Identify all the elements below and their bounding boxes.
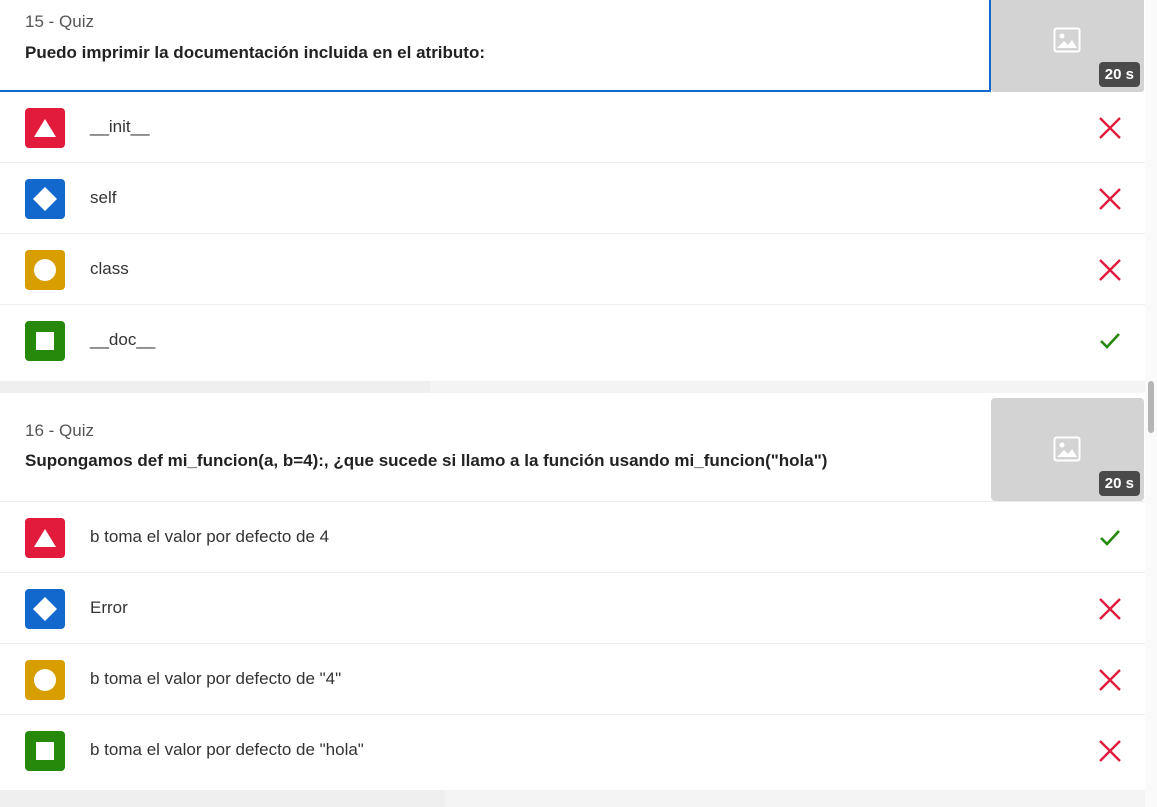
answer-option[interactable]: b toma el valor por defecto de 4 [0,502,1145,573]
answer-option[interactable]: class [0,234,1145,305]
x-icon [1099,669,1121,691]
question-image-thumbnail[interactable]: 20 s [991,0,1144,92]
diamond-shape-icon [25,179,65,219]
answer-option[interactable]: Error [0,573,1145,644]
check-icon [1100,333,1120,349]
quiz-header[interactable]: 15 - Quiz Puedo imprimir la documentació… [0,0,991,92]
answer-option[interactable]: __init__ [0,92,1145,163]
triangle-shape-icon [25,518,65,558]
answer-text: __init__ [90,117,150,136]
quiz-number: 16 - Quiz [25,421,94,440]
quiz-list: 15 - Quiz Puedo imprimir la documentació… [0,0,1145,807]
section-divider [0,790,1145,807]
section-divider [0,381,1145,393]
answer-text: Error [90,598,128,617]
answer-text: __doc__ [90,330,156,349]
x-icon [1099,117,1121,139]
answer-option[interactable]: b toma el valor por defecto de "4" [0,644,1145,715]
check-icon [1100,530,1120,546]
image-icon [1053,27,1081,53]
answer-list: b toma el valor por defecto de 4 Error b… [0,501,1145,786]
quiz-header[interactable]: 16 - Quiz Supongamos def mi_funcion(a, b… [0,398,1145,501]
circle-shape-icon [25,250,65,290]
answer-text: class [90,259,129,278]
answer-list: __init__ self class __doc__ [0,92,1145,376]
answer-option[interactable]: self [0,163,1145,234]
scrollbar-thumb[interactable] [1148,381,1154,433]
time-limit-badge: 20 s [1098,471,1140,496]
x-icon [1099,598,1121,620]
image-icon [1053,436,1081,462]
answer-option[interactable]: __doc__ [0,305,1145,376]
x-icon [1099,188,1121,210]
quiz-number: 15 - Quiz [25,12,94,31]
question-image-thumbnail[interactable]: 20 s [991,398,1144,501]
answer-text: b toma el valor por defecto de 4 [90,527,330,546]
square-shape-icon [25,731,65,771]
diamond-shape-icon [25,589,65,629]
answer-text: b toma el valor por defecto de "4" [90,669,342,688]
x-icon [1099,259,1121,281]
time-limit-badge: 20 s [1098,62,1140,87]
x-icon [1099,740,1121,762]
quiz-card-16[interactable]: 16 - Quiz Supongamos def mi_funcion(a, b… [0,398,1145,786]
quiz-question: Supongamos def mi_funcion(a, b=4):, ¿que… [25,451,828,470]
triangle-shape-icon [25,108,65,148]
answer-option[interactable]: b toma el valor por defecto de "hola" [0,715,1145,786]
square-shape-icon [25,321,65,361]
answer-text: self [90,188,117,207]
answer-text: b toma el valor por defecto de "hola" [90,740,364,759]
quiz-card-15[interactable]: 15 - Quiz Puedo imprimir la documentació… [0,0,1145,376]
vertical-scrollbar[interactable] [1145,0,1157,807]
quiz-question: Puedo imprimir la documentación incluida… [25,43,486,62]
circle-shape-icon [25,660,65,700]
